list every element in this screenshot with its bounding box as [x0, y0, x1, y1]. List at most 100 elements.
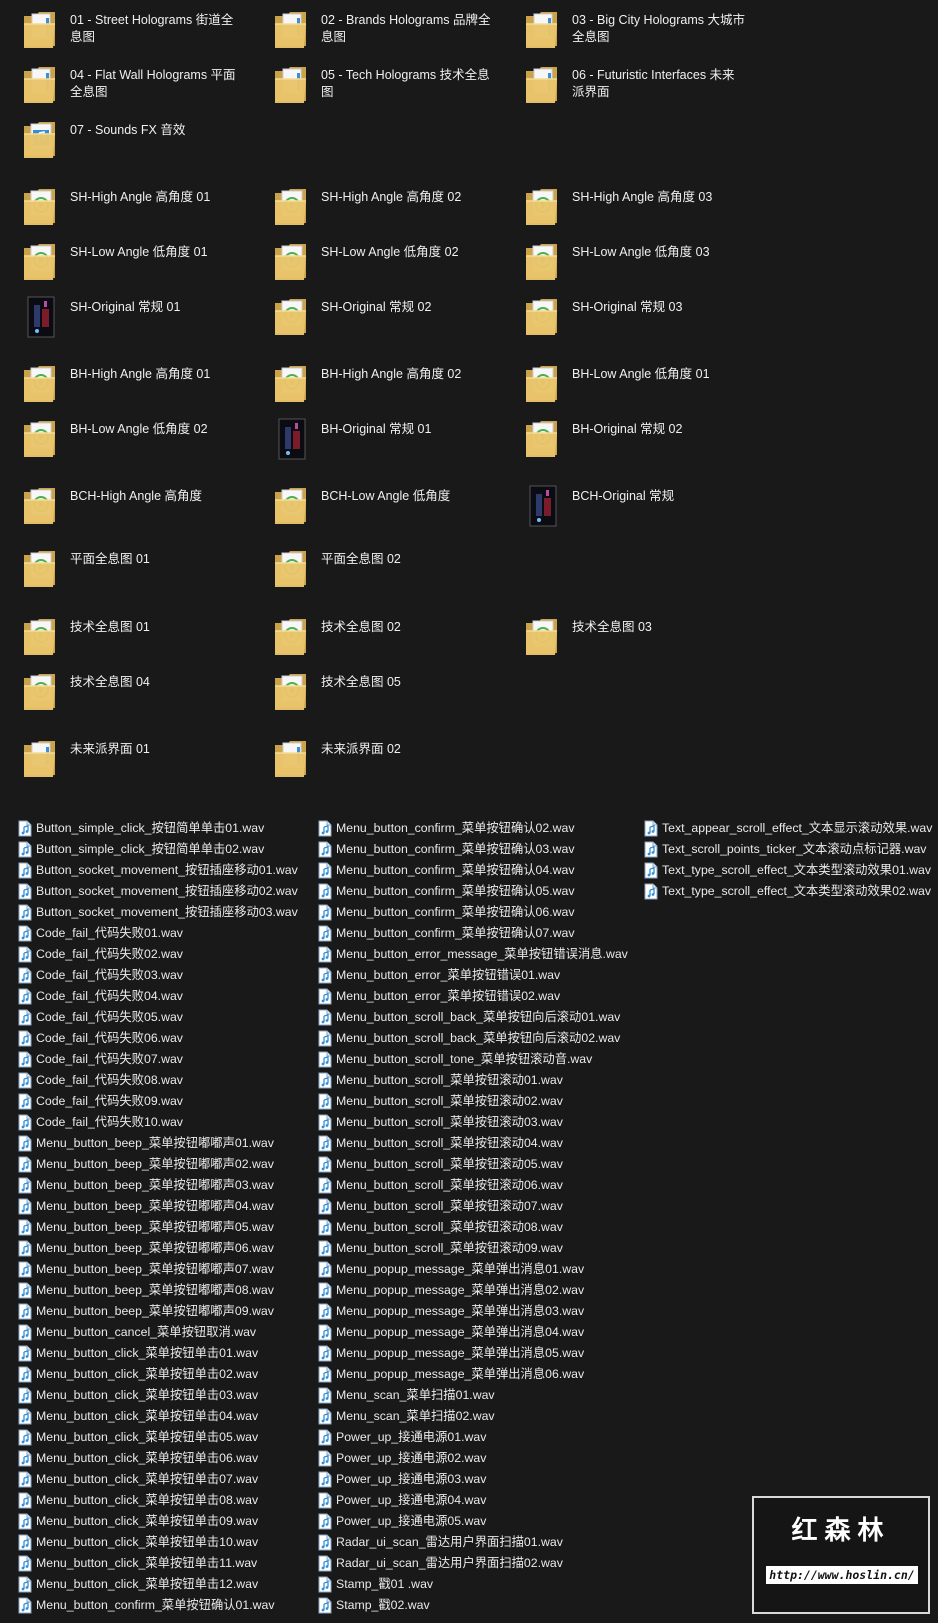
wav-file-item[interactable]: Menu_button_confirm_菜单按钮确认05.wav: [318, 881, 628, 902]
wav-file-item[interactable]: Menu_button_scroll_back_菜单按钮向后滚动02.wav: [318, 1028, 628, 1049]
wav-file-item[interactable]: Stamp_戳01 .wav: [318, 1574, 628, 1595]
folder-item[interactable]: SH-Original 常规 03: [502, 295, 747, 345]
wav-file-item[interactable]: Menu_button_scroll_菜单按钮滚动04.wav: [318, 1133, 628, 1154]
folder-item[interactable]: SH-High Angle 高角度 03: [502, 185, 747, 235]
wav-file-item[interactable]: Menu_button_scroll_菜单按钮滚动08.wav: [318, 1217, 628, 1238]
wav-file-item[interactable]: Menu_button_beep_菜单按钮嘟嘟声06.wav: [18, 1238, 298, 1259]
wav-file-item[interactable]: Code_fail_代码失败03.wav: [18, 965, 298, 986]
wav-file-item[interactable]: Menu_button_click_菜单按钮单击03.wav: [18, 1385, 298, 1406]
folder-item[interactable]: BH-Low Angle 低角度 02: [0, 417, 245, 467]
wav-file-item[interactable]: Menu_popup_message_菜单弹出消息05.wav: [318, 1343, 628, 1364]
wav-file-item[interactable]: Text_scroll_points_ticker_文本滚动点标记器.wav: [644, 839, 932, 860]
folder-item[interactable]: BH-High Angle 高角度 01: [0, 362, 245, 412]
folder-item[interactable]: 01 - Street Holograms 街道全息图: [0, 8, 245, 58]
wav-file-item[interactable]: Menu_button_click_菜单按钮单击12.wav: [18, 1574, 298, 1595]
wav-file-item[interactable]: Menu_popup_message_菜单弹出消息06.wav: [318, 1364, 628, 1385]
wav-file-item[interactable]: Button_socket_movement_按钮插座移动01.wav: [18, 860, 298, 881]
folder-item[interactable]: 平面全息图 02: [251, 547, 496, 597]
wav-file-item[interactable]: Menu_button_cancel_菜单按钮取消.wav: [18, 1322, 298, 1343]
folder-item[interactable]: SH-Low Angle 低角度 03: [502, 240, 747, 290]
wav-file-item[interactable]: Menu_popup_message_菜单弹出消息03.wav: [318, 1301, 628, 1322]
wav-file-item[interactable]: Menu_button_confirm_菜单按钮确认01.wav: [18, 1595, 298, 1616]
wav-file-item[interactable]: Menu_button_click_菜单按钮单击07.wav: [18, 1469, 298, 1490]
folder-item[interactable]: BCH-High Angle 高角度: [0, 484, 245, 534]
wav-file-item[interactable]: Text_appear_scroll_effect_文本显示滚动效果.wav: [644, 818, 932, 839]
wav-file-item[interactable]: Code_fail_代码失败01.wav: [18, 923, 298, 944]
folder-item[interactable]: 03 - Big City Holograms 大城市全息图: [502, 8, 747, 58]
folder-item[interactable]: SH-Original 常规 02: [251, 295, 496, 345]
wav-file-item[interactable]: Menu_button_beep_菜单按钮嘟嘟声08.wav: [18, 1280, 298, 1301]
wav-file-item[interactable]: Text_type_scroll_effect_文本类型滚动效果01.wav: [644, 860, 932, 881]
wav-file-item[interactable]: Power_up_接通电源02.wav: [318, 1448, 628, 1469]
folder-item[interactable]: 技术全息图 04: [0, 670, 245, 720]
wav-file-item[interactable]: Menu_button_scroll_菜单按钮滚动07.wav: [318, 1196, 628, 1217]
folder-item[interactable]: 未来派界面 02: [251, 737, 496, 787]
folder-item[interactable]: SH-Original 常规 01: [0, 295, 245, 345]
wav-file-item[interactable]: Button_socket_movement_按钮插座移动03.wav: [18, 902, 298, 923]
wav-file-item[interactable]: Menu_button_click_菜单按钮单击04.wav: [18, 1406, 298, 1427]
wav-file-item[interactable]: Menu_button_beep_菜单按钮嘟嘟声09.wav: [18, 1301, 298, 1322]
folder-item[interactable]: 06 - Futuristic Interfaces 未来派界面: [502, 63, 747, 113]
wav-file-item[interactable]: Code_fail_代码失败02.wav: [18, 944, 298, 965]
folder-item[interactable]: BCH-Original 常规: [502, 484, 747, 534]
wav-file-item[interactable]: Menu_popup_message_菜单弹出消息04.wav: [318, 1322, 628, 1343]
folder-item[interactable]: BCH-Low Angle 低角度: [251, 484, 496, 534]
wav-file-item[interactable]: Menu_button_click_菜单按钮单击08.wav: [18, 1490, 298, 1511]
wav-file-item[interactable]: Menu_button_confirm_菜单按钮确认02.wav: [318, 818, 628, 839]
folder-item[interactable]: SH-High Angle 高角度 02: [251, 185, 496, 235]
folder-item[interactable]: SH-Low Angle 低角度 01: [0, 240, 245, 290]
wav-file-item[interactable]: Menu_button_beep_菜单按钮嘟嘟声01.wav: [18, 1133, 298, 1154]
wav-file-item[interactable]: Code_fail_代码失败05.wav: [18, 1007, 298, 1028]
wav-file-item[interactable]: Menu_button_error_message_菜单按钮错误消息.wav: [318, 944, 628, 965]
wav-file-item[interactable]: Menu_button_confirm_菜单按钮确认06.wav: [318, 902, 628, 923]
wav-file-item[interactable]: Menu_popup_message_菜单弹出消息01.wav: [318, 1259, 628, 1280]
wav-file-item[interactable]: Text_type_scroll_effect_文本类型滚动效果02.wav: [644, 881, 932, 902]
wav-file-item[interactable]: Menu_button_click_菜单按钮单击05.wav: [18, 1427, 298, 1448]
wav-file-item[interactable]: Menu_button_beep_菜单按钮嘟嘟声03.wav: [18, 1175, 298, 1196]
wav-file-item[interactable]: Code_fail_代码失败04.wav: [18, 986, 298, 1007]
wav-file-item[interactable]: Code_fail_代码失败06.wav: [18, 1028, 298, 1049]
wav-file-item[interactable]: Menu_button_click_菜单按钮单击10.wav: [18, 1532, 298, 1553]
folder-item[interactable]: BH-Original 常规 01: [251, 417, 496, 467]
wav-file-item[interactable]: Menu_button_click_菜单按钮单击06.wav: [18, 1448, 298, 1469]
wav-file-item[interactable]: Menu_button_scroll_菜单按钮滚动02.wav: [318, 1091, 628, 1112]
wav-file-item[interactable]: Stamp_戳02.wav: [318, 1595, 628, 1616]
wav-file-item[interactable]: Code_fail_代码失败09.wav: [18, 1091, 298, 1112]
wav-file-item[interactable]: Menu_button_click_菜单按钮单击09.wav: [18, 1511, 298, 1532]
folder-item[interactable]: 02 - Brands Holograms 品牌全息图: [251, 8, 496, 58]
wav-file-item[interactable]: Menu_button_click_菜单按钮单击01.wav: [18, 1343, 298, 1364]
folder-item[interactable]: 技术全息图 03: [502, 615, 747, 665]
wav-file-item[interactable]: Power_up_接通电源01.wav: [318, 1427, 628, 1448]
wav-file-item[interactable]: Menu_button_scroll_菜单按钮滚动05.wav: [318, 1154, 628, 1175]
wav-file-item[interactable]: Power_up_接通电源05.wav: [318, 1511, 628, 1532]
wav-file-item[interactable]: Menu_button_beep_菜单按钮嘟嘟声07.wav: [18, 1259, 298, 1280]
wav-file-item[interactable]: Menu_scan_菜单扫描01.wav: [318, 1385, 628, 1406]
wav-file-item[interactable]: Menu_button_error_菜单按钮错误01.wav: [318, 965, 628, 986]
wav-file-item[interactable]: Power_up_接通电源03.wav: [318, 1469, 628, 1490]
folder-item[interactable]: 平面全息图 01: [0, 547, 245, 597]
wav-file-item[interactable]: Code_fail_代码失败07.wav: [18, 1049, 298, 1070]
wav-file-item[interactable]: Menu_button_beep_菜单按钮嘟嘟声04.wav: [18, 1196, 298, 1217]
folder-item[interactable]: 05 - Tech Holograms 技术全息图: [251, 63, 496, 113]
wav-file-item[interactable]: Menu_button_scroll_菜单按钮滚动06.wav: [318, 1175, 628, 1196]
folder-item[interactable]: 技术全息图 05: [251, 670, 496, 720]
folder-item[interactable]: SH-Low Angle 低角度 02: [251, 240, 496, 290]
wav-file-item[interactable]: Power_up_接通电源04.wav: [318, 1490, 628, 1511]
wav-file-item[interactable]: Menu_popup_message_菜单弹出消息02.wav: [318, 1280, 628, 1301]
wav-file-item[interactable]: Menu_button_scroll_tone_菜单按钮滚动音.wav: [318, 1049, 628, 1070]
wav-file-item[interactable]: Button_simple_click_按钮简单单击01.wav: [18, 818, 298, 839]
wav-file-item[interactable]: Code_fail_代码失败08.wav: [18, 1070, 298, 1091]
folder-item[interactable]: 技术全息图 01: [0, 615, 245, 665]
folder-item[interactable]: 07 - Sounds FX 音效: [0, 118, 245, 168]
wav-file-item[interactable]: Menu_scan_菜单扫描02.wav: [318, 1406, 628, 1427]
wav-file-item[interactable]: Menu_button_scroll_菜单按钮滚动03.wav: [318, 1112, 628, 1133]
wav-file-item[interactable]: Radar_ui_scan_雷达用户界面扫描02.wav: [318, 1553, 628, 1574]
wav-file-item[interactable]: Menu_button_scroll_back_菜单按钮向后滚动01.wav: [318, 1007, 628, 1028]
wav-file-item[interactable]: Code_fail_代码失败10.wav: [18, 1112, 298, 1133]
folder-item[interactable]: BH-High Angle 高角度 02: [251, 362, 496, 412]
folder-item[interactable]: BH-Original 常规 02: [502, 417, 747, 467]
folder-item[interactable]: BH-Low Angle 低角度 01: [502, 362, 747, 412]
wav-file-item[interactable]: Menu_button_beep_菜单按钮嘟嘟声05.wav: [18, 1217, 298, 1238]
wav-file-item[interactable]: Menu_button_confirm_菜单按钮确认07.wav: [318, 923, 628, 944]
wav-file-item[interactable]: Menu_button_scroll_菜单按钮滚动01.wav: [318, 1070, 628, 1091]
